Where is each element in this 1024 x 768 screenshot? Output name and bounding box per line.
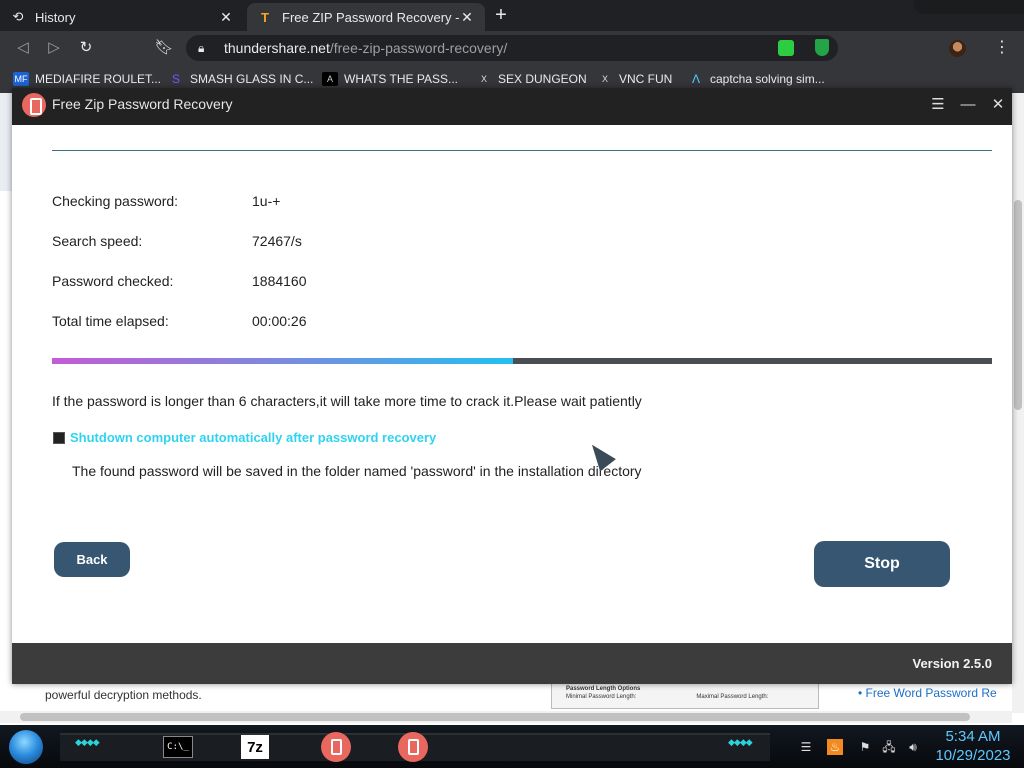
progress-fill	[52, 358, 513, 364]
browser-tabstrip: ⟲ History ✕ T Free ZIP Password Recovery…	[0, 0, 1024, 31]
screenshot-min-label: Minimal Password Length:	[566, 694, 637, 700]
vertical-scroll-thumb[interactable]	[1014, 200, 1022, 410]
close-tab-icon[interactable]: ✕	[218, 9, 234, 26]
info-value: 1u-+	[252, 193, 281, 209]
window-frame-decoration	[914, 0, 1024, 14]
lock-icon: 🔒︎	[198, 40, 205, 55]
shutdown-checkbox-label[interactable]: Shutdown computer automatically after pa…	[70, 430, 436, 445]
mediafire-icon: MF	[13, 72, 29, 86]
extension-chat-icon[interactable]	[778, 40, 794, 56]
bookmark-sex-dungeon[interactable]: X SEX DUNGEON	[476, 70, 587, 88]
tab-title: Free ZIP Password Recovery - A sc	[282, 9, 459, 25]
close-icon[interactable]: ✕	[987, 94, 1009, 116]
reload-icon[interactable]: ↻	[75, 37, 97, 59]
bookmark-label: MEDIAFIRE ROULET...	[35, 72, 162, 86]
browser-toolbar: ◁ ▷ ↻ 🔖︎ 🔒︎ thundershare.net/free-zip-pa…	[0, 31, 1024, 65]
forward-arrow-icon[interactable]: ▷	[43, 37, 65, 59]
bookmark-label: WHATS THE PASS...	[344, 72, 459, 86]
close-tab-icon[interactable]: ✕	[459, 9, 475, 26]
browser-menu-icon[interactable]: ⋮	[994, 37, 1010, 59]
clock-time: 5:34 AM	[945, 728, 1001, 745]
back-arrow-icon[interactable]: ◁	[12, 37, 34, 59]
screenshot-max-label: Maximal Password Length:	[696, 694, 769, 700]
sevenzip-taskbar-icon[interactable]: 7z	[241, 735, 269, 759]
bookmark-smash-glass[interactable]: S SMASH GLASS IN C...	[168, 70, 313, 88]
app-titlebar[interactable]: Free Zip Password Recovery ☰ — ✕	[12, 88, 1012, 125]
info-label: Total time elapsed:	[52, 313, 169, 329]
info-value: 1884160	[252, 273, 307, 289]
info-label: Checking password:	[52, 193, 179, 209]
tray-network-icon[interactable]: 🖧︎	[881, 739, 897, 755]
progress-bar	[52, 358, 992, 364]
hamburger-menu-icon[interactable]: ☰	[927, 94, 949, 116]
shutdown-checkbox[interactable]	[53, 432, 65, 444]
tab-zip-recovery[interactable]: T Free ZIP Password Recovery - A sc ✕	[247, 3, 485, 31]
zip-recovery-taskbar-icon[interactable]	[321, 732, 351, 762]
thundershare-favicon: T	[261, 9, 269, 25]
app-footer: Version 2.5.0	[12, 643, 1012, 684]
bookmark-mediafire[interactable]: MF MEDIAFIRE ROULET...	[13, 70, 161, 88]
info-value: 72467/s	[252, 233, 302, 249]
taskbar-decoration-icon: ◆◆◆◆	[75, 737, 100, 747]
tab-title: History	[35, 9, 76, 25]
app-title: Free Zip Password Recovery	[52, 96, 233, 112]
tray-show-hidden-icon[interactable]: ☰	[798, 739, 814, 755]
new-tab-button[interactable]: +	[490, 5, 512, 27]
version-label: Version 2.5.0	[912, 656, 993, 671]
app-body: Checking password: 1u-+ Search speed: 72…	[12, 125, 1012, 643]
info-label: Search speed:	[52, 233, 143, 249]
taskbar: ◆◆◆◆ ◆◆◆◆ C:\_ 7z ☰ ♨ ⚑ 🖧︎ 🔊︎ 5:34 AM 10…	[0, 725, 1024, 768]
page-link-word-recovery[interactable]: • Free Word Password Re	[858, 686, 997, 700]
tray-volume-icon[interactable]: 🔊︎	[905, 739, 921, 755]
bookmark-label: SEX DUNGEON	[498, 72, 587, 86]
cmd-taskbar-icon[interactable]: C:\_	[163, 736, 193, 758]
whats-the-pass-icon: A	[322, 72, 338, 86]
info-label: Password checked:	[52, 273, 174, 289]
address-bar[interactable]: 🔒︎ thundershare.net/free-zip-password-re…	[186, 35, 838, 61]
page-screenshot-image: Password Length Options Minimal Password…	[551, 683, 819, 709]
bookmark-icon[interactable]: 🔖︎	[153, 37, 175, 59]
smash-glass-icon: S	[171, 72, 180, 86]
dungeon-icon: X	[480, 74, 487, 84]
bookmark-vnc-fun[interactable]: X VNC FUN	[597, 70, 672, 88]
vnc-icon: X	[601, 74, 608, 84]
bookmark-label: SMASH GLASS IN C...	[190, 72, 314, 86]
bookmark-captcha[interactable]: Λ captcha solving sim...	[688, 70, 825, 88]
minimize-icon[interactable]: —	[957, 94, 979, 116]
taskbar-clock[interactable]: 5:34 AM 10/29/2023	[930, 727, 1016, 765]
tray-java-icon[interactable]: ♨	[827, 739, 843, 755]
extension-shield-icon[interactable]	[815, 39, 829, 56]
tray-flag-icon[interactable]: ⚑	[857, 739, 873, 755]
zip-recovery-window: Free Zip Password Recovery ☰ — ✕ Checkin…	[12, 88, 1012, 684]
bookmark-label: VNC FUN	[619, 72, 673, 86]
taskbar-decoration-icon: ◆◆◆◆	[728, 737, 753, 747]
start-orb-icon[interactable]	[9, 730, 43, 764]
profile-avatar[interactable]	[949, 40, 966, 57]
zip-recovery-taskbar-icon-2[interactable]	[398, 732, 428, 762]
clock-date: 10/29/2023	[935, 747, 1011, 764]
page-description: powerful decryption methods.	[45, 688, 202, 702]
wait-notice: If the password is longer than 6 charact…	[52, 393, 642, 409]
zip-lock-logo-icon	[22, 93, 46, 117]
history-icon: ⟲	[12, 9, 24, 24]
captcha-icon: Λ	[691, 72, 700, 86]
header-divider	[52, 150, 992, 151]
url-host: thundershare.net	[224, 40, 330, 56]
horizontal-scroll-thumb[interactable]	[20, 713, 970, 721]
url-path: /free-zip-password-recovery/	[329, 40, 508, 56]
page-sidebar-strip	[0, 93, 12, 191]
bookmark-label: captcha solving sim...	[710, 72, 825, 86]
stop-button[interactable]: Stop	[814, 541, 950, 587]
info-value: 00:00:26	[252, 313, 307, 329]
save-location-note: The found password will be saved in the …	[72, 463, 642, 479]
tab-history[interactable]: ⟲ History ✕	[0, 3, 244, 31]
screenshot-heading: Password Length Options	[566, 686, 641, 692]
back-button[interactable]: Back	[54, 542, 130, 577]
bookmark-whats-the-pass[interactable]: A WHATS THE PASS...	[322, 70, 458, 88]
